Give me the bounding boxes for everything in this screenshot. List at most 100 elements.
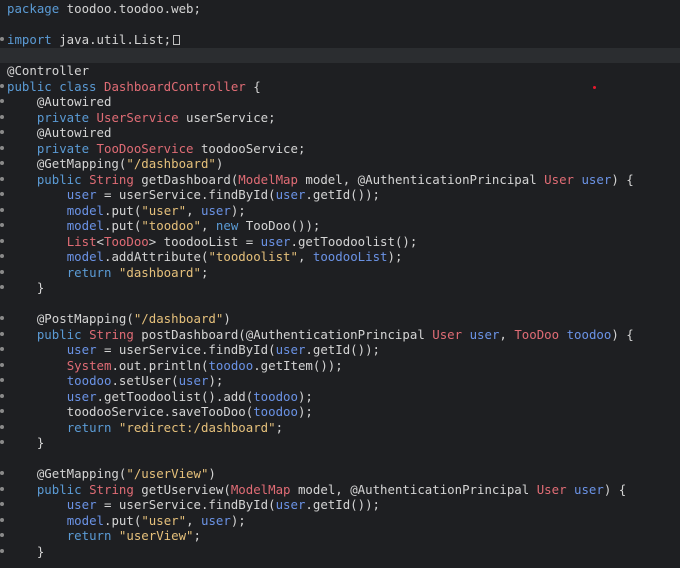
gutter-marker-icon[interactable] <box>0 331 4 336</box>
code-line[interactable]: user = userService.findById(user.getId()… <box>0 342 680 358</box>
gutter-marker-icon[interactable] <box>0 176 4 181</box>
gutter-marker-icon[interactable] <box>0 440 4 444</box>
gutter-marker-icon[interactable] <box>0 130 4 134</box>
code-token: .setUser( <box>111 373 179 388</box>
gutter-marker-icon[interactable] <box>0 192 4 196</box>
code-line[interactable]: return "dashboard"; <box>0 265 680 281</box>
code-token: .put( <box>104 512 142 528</box>
gutter-marker-icon[interactable] <box>0 37 4 41</box>
code-line[interactable]: toodooService.saveTooDoo(toodoo); <box>0 404 680 420</box>
gutter-marker-icon[interactable] <box>0 83 4 88</box>
code-line[interactable]: public String getUserview(ModelMap model… <box>0 482 680 498</box>
code-token: user <box>574 481 604 497</box>
code-token: java.util.List; <box>51 32 172 47</box>
code-line[interactable]: return "redirect:/dashboard"; <box>0 420 680 436</box>
gutter-marker-icon[interactable] <box>0 285 4 289</box>
gutter-marker-icon[interactable] <box>0 254 4 258</box>
code-token: ); <box>208 373 224 388</box>
code-token: } <box>7 543 45 559</box>
code-token: } <box>7 280 45 295</box>
fold-collapsed-icon[interactable] <box>173 35 181 45</box>
code-line[interactable]: package toodoo.toodoo.web; <box>0 1 680 17</box>
code-line[interactable]: public class DashboardController { <box>0 79 680 95</box>
code-line[interactable]: } <box>0 280 680 296</box>
code-token: user <box>201 512 231 528</box>
gutter-marker-icon[interactable] <box>0 145 4 150</box>
code-line[interactable]: import java.util.List; <box>0 32 680 48</box>
code-line[interactable] <box>0 47 680 63</box>
code-line[interactable]: public String getDashboard(ModelMap mode… <box>0 172 680 188</box>
gutter-marker-icon[interactable] <box>0 393 4 398</box>
code-line[interactable]: System.out.println(toodoo.getItem()); <box>0 358 680 374</box>
code-line[interactable]: @GetMapping("/userView") <box>0 466 680 482</box>
code-token: UserService <box>96 109 179 125</box>
gutter-marker-icon[interactable] <box>0 486 4 491</box>
code-token: postDashboard(@AuthenticationPrincipal <box>133 326 433 342</box>
code-line[interactable]: model.put("user", user); <box>0 513 680 529</box>
code-text: @Controller <box>7 63 89 79</box>
code-line[interactable]: @Autowired <box>0 94 680 110</box>
code-line[interactable]: @Autowired <box>0 125 680 141</box>
code-line[interactable]: model.put("user", user); <box>0 203 680 219</box>
code-line[interactable]: user.getToodoolist().add(toodoo); <box>0 389 680 405</box>
gutter-marker-icon[interactable] <box>0 362 4 367</box>
code-line[interactable]: user = userService.findById(user.getId()… <box>0 497 680 513</box>
code-token: String <box>89 326 134 342</box>
gutter-marker-icon[interactable] <box>0 533 4 537</box>
gutter-marker-icon[interactable] <box>0 471 4 475</box>
code-line[interactable]: @Controller <box>0 63 680 79</box>
gutter-marker-icon[interactable] <box>0 238 4 243</box>
code-line[interactable]: @PostMapping("/dashboard") <box>0 311 680 327</box>
gutter-marker-icon[interactable] <box>0 99 4 103</box>
gutter-marker-icon[interactable] <box>0 316 4 320</box>
gutter-marker-icon[interactable] <box>0 347 4 351</box>
gutter-marker-icon[interactable] <box>0 269 4 274</box>
code-line[interactable]: List<TooDoo> toodooList = user.getToodoo… <box>0 234 680 250</box>
code-text: model.put("toodoo", new TooDoo()); <box>7 218 321 234</box>
code-token: @Controller <box>7 63 90 78</box>
gutter-marker-icon[interactable] <box>0 223 4 227</box>
code-line[interactable]: private TooDooService toodooService; <box>0 141 680 157</box>
code-token: return <box>66 528 112 543</box>
code-text: public String getUserview(ModelMap model… <box>7 482 626 498</box>
gutter-marker-icon[interactable] <box>0 161 4 165</box>
gutter-marker-icon[interactable] <box>0 114 4 119</box>
code-line[interactable]: return "userView"; <box>0 528 680 544</box>
cursor-dot <box>593 86 596 89</box>
code-text: } <box>7 435 44 451</box>
gutter-marker-icon[interactable] <box>0 517 4 522</box>
code-line[interactable]: @GetMapping("/dashboard") <box>0 156 680 172</box>
code-line[interactable]: } <box>0 435 680 451</box>
code-editor[interactable]: package toodoo.toodoo.web; import java.ut… <box>0 0 680 568</box>
gutter-marker-icon[interactable] <box>0 424 4 429</box>
code-token: .getId()); <box>305 342 381 357</box>
code-line[interactable] <box>0 296 680 312</box>
code-token: new <box>215 218 239 233</box>
gutter-marker-icon[interactable] <box>0 548 4 553</box>
code-token: "/dashboard" <box>133 311 224 326</box>
gutter-marker-icon[interactable] <box>0 502 4 506</box>
gutter-marker-icon[interactable] <box>0 207 4 212</box>
code-line[interactable]: model.addAttribute("toodoolist", toodooL… <box>0 249 680 265</box>
code-line[interactable]: } <box>0 544 680 560</box>
code-line[interactable]: model.put("toodoo", new TooDoo()); <box>0 218 680 234</box>
gutter-marker-icon[interactable] <box>0 378 4 382</box>
code-line[interactable]: public String postDashboard(@Authenticat… <box>0 327 680 343</box>
code-line[interactable] <box>0 451 680 467</box>
code-token: DashboardController <box>104 78 246 94</box>
code-token: TooDooService <box>96 140 194 156</box>
code-line[interactable] <box>0 17 680 33</box>
gutter-marker-icon[interactable] <box>0 409 4 413</box>
code-line[interactable]: private UserService userService; <box>0 110 680 126</box>
code-token: @Autowired <box>7 94 112 109</box>
code-line[interactable]: toodoo.setUser(user); <box>0 373 680 389</box>
code-line[interactable]: user = userService.findById(user.getId()… <box>0 187 680 203</box>
code-token: "toodoolist" <box>208 249 298 264</box>
